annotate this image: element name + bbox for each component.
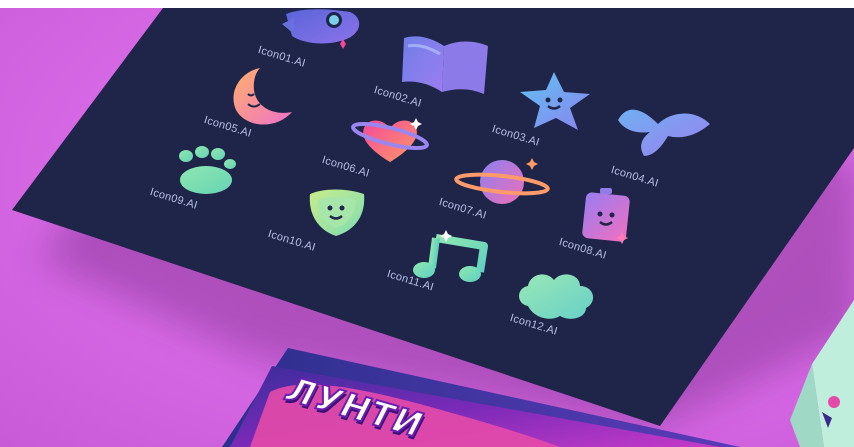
small-box <box>790 300 854 447</box>
